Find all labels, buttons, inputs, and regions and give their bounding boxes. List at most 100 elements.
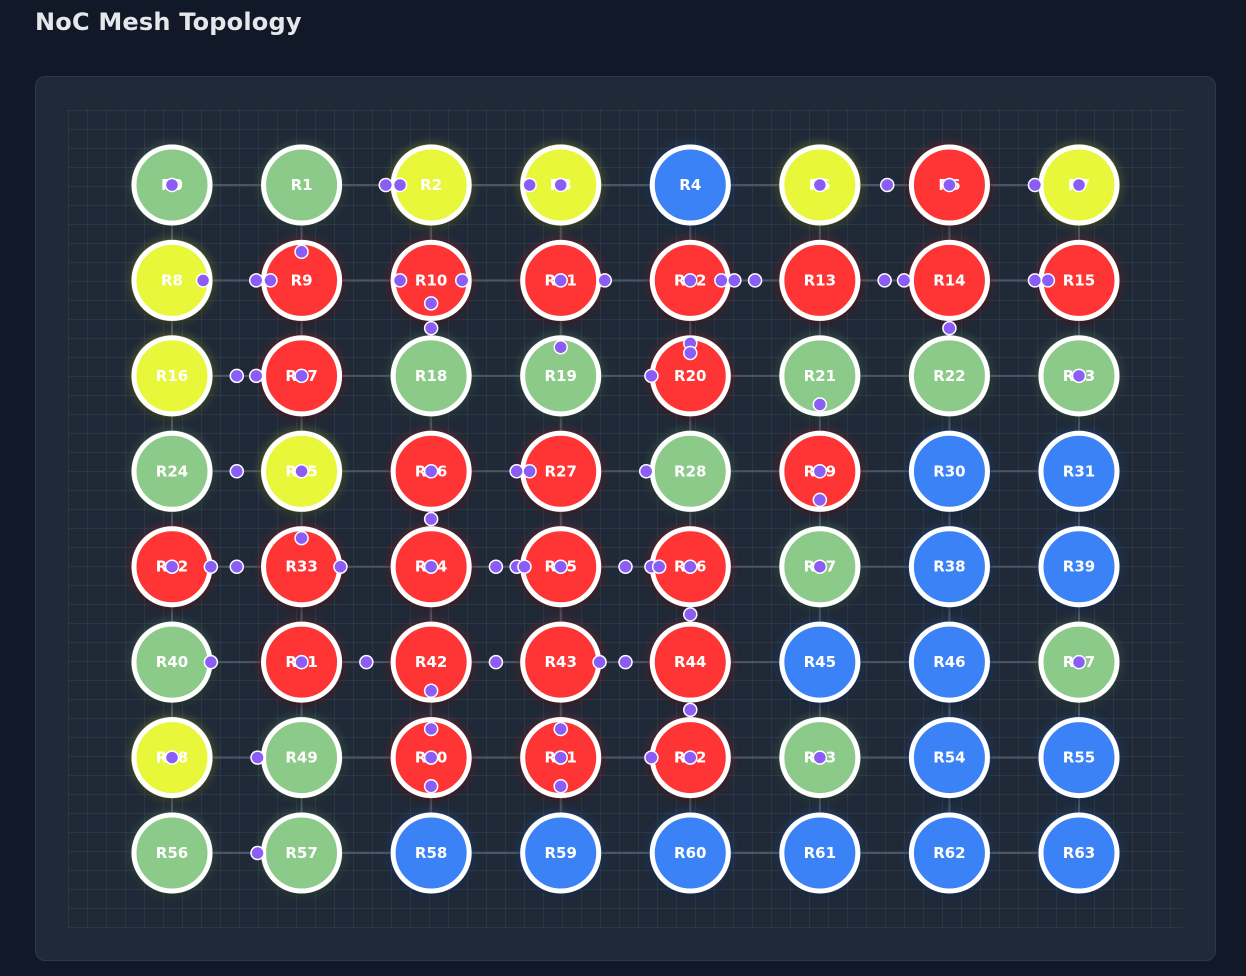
- router-node-r59[interactable]: R59: [519, 812, 602, 895]
- router-node-r49[interactable]: R49: [260, 716, 343, 799]
- router-node-r30[interactable]: R30: [908, 430, 991, 513]
- router-node-r56[interactable]: R56: [131, 812, 213, 895]
- node-label: R31: [1063, 462, 1095, 480]
- router-node-r57[interactable]: R57: [260, 812, 343, 895]
- packet-dot: [294, 244, 309, 260]
- node-label: R62: [933, 844, 965, 862]
- router-node-r55[interactable]: R55: [1037, 716, 1120, 799]
- packet-dot: [942, 177, 957, 193]
- node-label: R15: [1063, 271, 1095, 289]
- router-node-r40[interactable]: R40: [131, 621, 213, 704]
- packet-dot: [294, 368, 309, 384]
- packet-dot: [248, 273, 264, 288]
- node-label: R59: [544, 844, 576, 862]
- packet-dot: [877, 273, 892, 288]
- router-node-r45[interactable]: R45: [778, 621, 861, 704]
- packet-dot: [423, 464, 439, 479]
- node-label: R54: [933, 749, 965, 767]
- router-node-r43[interactable]: R43: [519, 621, 602, 704]
- node-label: R49: [285, 749, 317, 767]
- router-node-r28[interactable]: R28: [649, 430, 732, 513]
- router-node-r54[interactable]: R54: [908, 716, 991, 799]
- packet-dot: [644, 368, 659, 384]
- node-label: R63: [1063, 844, 1095, 862]
- packet-dot: [250, 750, 265, 765]
- node-label: R58: [415, 844, 447, 862]
- packet-dot: [553, 177, 568, 193]
- router-node-r16[interactable]: R16: [131, 334, 213, 417]
- router-node-r46[interactable]: R46: [908, 621, 991, 704]
- node-label: R1: [291, 176, 313, 194]
- router-node-r1[interactable]: R1: [260, 144, 343, 226]
- router-node-r14[interactable]: R14: [908, 239, 991, 322]
- packet-dot: [644, 750, 659, 765]
- packet-dot: [714, 273, 729, 288]
- packet-dot: [392, 273, 408, 288]
- node-label: R28: [674, 462, 706, 480]
- packet-dot: [683, 273, 698, 288]
- packet-dot: [618, 559, 633, 574]
- packet-dot: [294, 530, 309, 546]
- node-label: R16: [156, 367, 188, 385]
- packet-dot: [1071, 368, 1087, 384]
- router-node-r60[interactable]: R60: [649, 812, 732, 895]
- packet-dot: [683, 607, 698, 622]
- packet-dot: [522, 177, 537, 193]
- packet-dot: [727, 273, 742, 288]
- packet-dot: [553, 778, 568, 794]
- packet-dot: [812, 177, 828, 193]
- node-label: R45: [804, 653, 836, 671]
- packet-dot: [683, 702, 698, 718]
- node-label: R39: [1063, 558, 1095, 576]
- node-label: R20: [674, 367, 706, 385]
- router-node-r44[interactable]: R44: [649, 621, 732, 704]
- packet-dot: [294, 654, 309, 670]
- node-label: R61: [804, 844, 836, 862]
- packet-dot: [195, 273, 211, 288]
- packet-dot: [1027, 273, 1043, 288]
- node-label: R13: [804, 271, 836, 289]
- packet-dot: [618, 654, 633, 670]
- router-node-r13[interactable]: R13: [778, 239, 861, 322]
- router-node-r24[interactable]: R24: [131, 430, 213, 513]
- router-node-r61[interactable]: R61: [778, 812, 861, 895]
- router-node-r58[interactable]: R58: [390, 812, 473, 895]
- packet-dot: [1071, 654, 1087, 670]
- packet-dot: [683, 345, 698, 361]
- node-label: R18: [415, 367, 447, 385]
- router-node-r4[interactable]: R4: [649, 144, 732, 226]
- mesh-nodes: R0R1R2R3R4R5R6R7R8R9R10R11R12R13R14R15R1…: [131, 144, 1120, 895]
- router-node-r38[interactable]: R38: [908, 525, 991, 608]
- packet-dot: [164, 559, 180, 574]
- packet-dot: [263, 273, 278, 288]
- packet-dot: [164, 177, 180, 193]
- router-node-r62[interactable]: R62: [908, 812, 991, 895]
- router-node-r63[interactable]: R63: [1037, 812, 1120, 895]
- packet-dot: [553, 339, 568, 355]
- packet-dot: [229, 464, 245, 479]
- router-node-r22[interactable]: R22: [908, 334, 991, 417]
- packet-dot: [553, 750, 568, 765]
- packet-dot: [812, 492, 828, 508]
- packet-dot: [488, 654, 504, 670]
- router-node-r39[interactable]: R39: [1037, 525, 1120, 608]
- packet-dot: [896, 273, 912, 288]
- packet-dot: [248, 368, 264, 384]
- router-node-r31[interactable]: R31: [1037, 430, 1120, 513]
- packet-dot: [203, 559, 219, 574]
- packet-dot: [203, 654, 219, 670]
- node-label: R38: [933, 558, 965, 576]
- router-node-r18[interactable]: R18: [390, 334, 473, 417]
- packet-dot: [423, 511, 439, 527]
- packet-dot: [638, 464, 654, 479]
- packet-dot: [359, 654, 374, 670]
- packet-dot: [229, 368, 245, 384]
- node-label: R57: [285, 844, 317, 862]
- packet-dot: [592, 654, 607, 670]
- node-label: R42: [415, 653, 447, 671]
- node-label: R56: [156, 844, 188, 862]
- node-label: R9: [291, 271, 313, 289]
- packet-dot: [553, 273, 568, 288]
- packet-dot: [423, 296, 439, 311]
- node-label: R19: [544, 367, 576, 385]
